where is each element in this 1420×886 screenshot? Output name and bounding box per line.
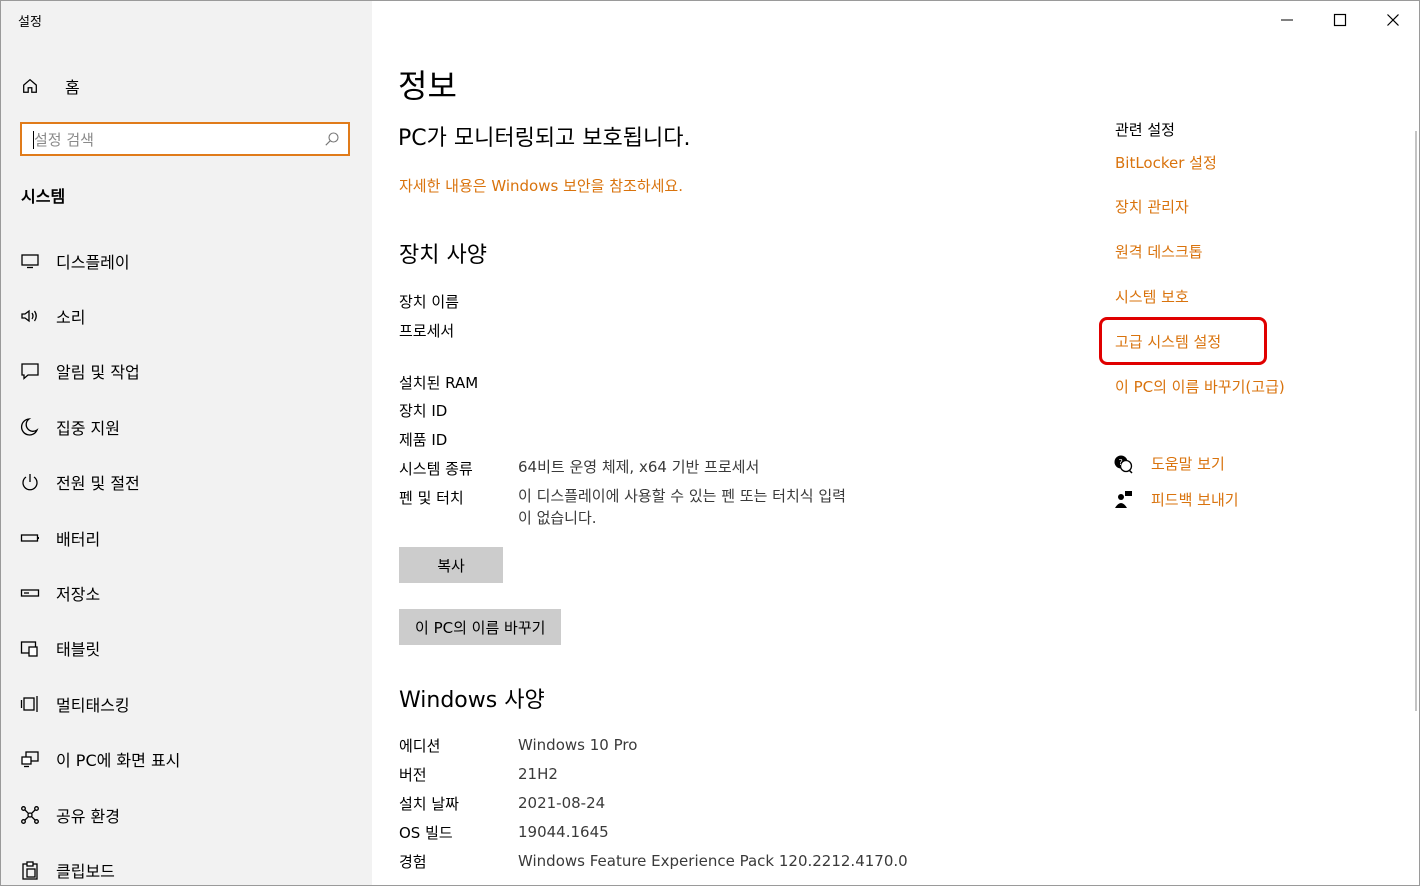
sidebar-section-title: 시스템	[21, 187, 66, 206]
sidebar-item-label: 배터리	[56, 529, 101, 549]
scrollbar[interactable]	[1415, 131, 1417, 711]
sidebar-item-clipboard[interactable]: 클립보드	[1, 842, 372, 885]
win-label-experience: 경험	[399, 853, 427, 871]
multitasking-icon	[20, 695, 38, 712]
win-label-os-build: OS 빌드	[399, 824, 453, 842]
search-box[interactable]	[20, 122, 350, 156]
spec-label-system-type: 시스템 종류	[399, 460, 473, 478]
sidebar-item-notifications[interactable]: 알림 및 작업	[1, 344, 372, 399]
win-value-edition: Windows 10 Pro	[518, 736, 638, 754]
protection-status: PC가 모니터링되고 보호됩니다.	[398, 126, 691, 151]
share-icon	[21, 805, 39, 824]
sidebar-item-label: 전원 및 절전	[56, 474, 140, 494]
sidebar: 설정 홈 시스템 디스플레이 소리 알림 및 작업	[1, 1, 372, 885]
send-feedback-label: 피드백 보내기	[1151, 491, 1239, 509]
win-label-edition: 에디션	[399, 737, 441, 755]
sidebar-item-focus-assist[interactable]: 집중 지원	[1, 399, 372, 454]
tablet-icon	[20, 641, 38, 658]
window-controls	[1260, 1, 1419, 39]
win-value-install-date: 2021-08-24	[518, 794, 606, 812]
settings-window: 설정 홈 시스템 디스플레이 소리 알림 및 작업	[0, 0, 1420, 886]
windows-specs-heading: Windows 사양	[399, 688, 545, 713]
sidebar-item-power[interactable]: 전원 및 절전	[1, 455, 372, 510]
device-specs-heading: 장치 사양	[399, 243, 487, 268]
sidebar-item-label: 디스플레이	[56, 252, 130, 272]
home-nav-item[interactable]: 홈	[21, 73, 80, 99]
copy-button[interactable]: 복사	[399, 547, 503, 583]
spec-value-pen-touch: 이 디스플레이에 사용할 수 있는 펜 또는 터치식 입력 이 없습니다.	[518, 487, 846, 527]
win-value-version: 21H2	[518, 765, 558, 783]
feedback-icon	[1115, 490, 1132, 508]
spec-label-product-id: 제품 ID	[399, 431, 448, 449]
power-icon	[22, 474, 38, 491]
get-help-label: 도움말 보기	[1151, 455, 1225, 473]
sidebar-item-label: 소리	[56, 308, 86, 328]
sidebar-item-label: 집중 지원	[56, 418, 120, 438]
sidebar-item-battery[interactable]: 배터리	[1, 510, 372, 565]
sidebar-item-project[interactable]: 이 PC에 화면 표시	[1, 732, 372, 787]
device-manager-link[interactable]: 장치 관리자	[1115, 196, 1189, 217]
moon-icon	[20, 418, 39, 436]
sidebar-item-shared-experiences[interactable]: 공유 환경	[1, 787, 372, 842]
highlight-box	[1099, 317, 1267, 365]
bitlocker-link[interactable]: BitLocker 설정	[1115, 152, 1217, 173]
maximize-icon	[1333, 13, 1346, 27]
maximize-button[interactable]	[1313, 1, 1366, 39]
get-help-link[interactable]: ? 도움말 보기	[1113, 453, 1225, 474]
spec-label-device-name: 장치 이름	[399, 293, 459, 311]
project-icon	[21, 751, 39, 768]
sidebar-item-label: 태블릿	[56, 640, 101, 660]
clipboard-icon	[22, 861, 38, 880]
rename-pc-button[interactable]: 이 PC의 이름 바꾸기	[399, 609, 562, 645]
app-title: 설정	[18, 15, 42, 30]
sidebar-item-label: 공유 환경	[56, 806, 120, 826]
sidebar-item-storage[interactable]: 저장소	[1, 565, 372, 620]
sidebar-nav: 디스플레이 소리 알림 및 작업 집중 지원 전원 및 절전 배터리 저장소 태…	[1, 233, 372, 885]
send-feedback-link[interactable]: 피드백 보내기	[1113, 489, 1239, 510]
page-title: 정보	[398, 67, 457, 105]
sidebar-item-label: 저장소	[56, 585, 101, 605]
help-chat-icon: ?	[1114, 455, 1133, 474]
win-label-version: 버전	[399, 766, 427, 784]
rename-pc-advanced-link[interactable]: 이 PC의 이름 바꾸기(고급)	[1115, 376, 1285, 397]
spec-label-ram: 설치된 RAM	[399, 374, 479, 392]
home-icon	[23, 78, 37, 93]
windows-security-link[interactable]: 자세한 내용은 Windows 보안을 참조하세요.	[399, 175, 683, 196]
notification-icon	[21, 363, 39, 381]
sidebar-item-display[interactable]: 디스플레이	[1, 233, 372, 288]
speaker-icon	[21, 309, 37, 323]
search-input[interactable]	[32, 128, 316, 152]
sidebar-item-label: 클립보드	[56, 861, 115, 881]
sidebar-item-tablet[interactable]: 태블릿	[1, 621, 372, 676]
system-protection-link[interactable]: 시스템 보호	[1115, 286, 1189, 307]
spec-value-system-type: 64비트 운영 체제, x64 기반 프로세서	[518, 458, 760, 476]
sidebar-item-label: 멀티태스킹	[56, 695, 130, 715]
home-label: 홈	[65, 78, 80, 97]
storage-icon	[20, 589, 40, 597]
related-settings-title: 관련 설정	[1115, 121, 1175, 139]
search-icon[interactable]	[324, 131, 340, 147]
sidebar-item-multitasking[interactable]: 멀티태스킹	[1, 676, 372, 731]
sidebar-item-sound[interactable]: 소리	[1, 288, 372, 343]
monitor-icon	[21, 254, 39, 268]
spec-label-processor: 프로세서	[399, 322, 455, 340]
minimize-icon	[1280, 19, 1293, 21]
minimize-button[interactable]	[1260, 1, 1313, 39]
spec-label-device-id: 장치 ID	[399, 402, 448, 420]
win-label-install-date: 설치 날짜	[399, 795, 459, 813]
win-value-experience: Windows Feature Experience Pack 120.2212…	[518, 852, 908, 870]
win-value-os-build: 19044.1645	[518, 823, 609, 841]
battery-icon	[20, 533, 39, 542]
sidebar-item-label: 알림 및 작업	[56, 363, 140, 383]
remote-desktop-link[interactable]: 원격 데스크톱	[1115, 241, 1203, 262]
spec-label-pen-touch: 펜 및 터치	[399, 489, 464, 507]
svg-text:?: ?	[1119, 458, 1123, 467]
main-content: 정보 PC가 모니터링되고 보호됩니다. 자세한 내용은 Windows 보안을…	[372, 1, 1419, 885]
close-button[interactable]	[1366, 1, 1419, 39]
sidebar-item-label: 이 PC에 화면 표시	[56, 751, 181, 771]
close-icon	[1386, 14, 1399, 26]
